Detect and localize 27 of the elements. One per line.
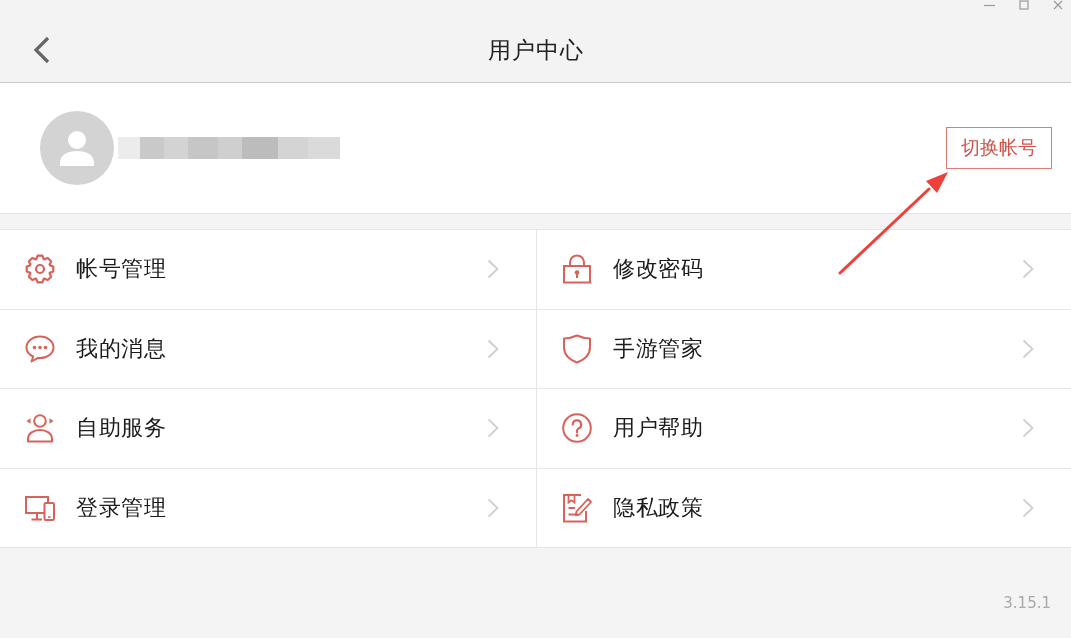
back-button[interactable] [33,36,50,64]
chevron-left-icon [33,36,50,64]
menu-item[interactable]: 帐号管理 [0,230,537,310]
chevron-right-icon [1022,497,1034,518]
document-pen-icon [562,492,592,523]
question-circle-icon [562,413,592,444]
avatar-icon [40,111,114,185]
chevron-right-icon [1022,259,1034,280]
switch-account-button[interactable]: 切换帐号 [946,127,1052,169]
lock-icon [562,254,592,285]
menu-item[interactable]: 登录管理 [0,468,537,548]
chevron-right-icon [1022,338,1034,359]
maximize-icon[interactable] [1019,0,1029,10]
chevron-right-icon [487,259,499,280]
chevron-right-icon [487,338,499,359]
chevron-right-icon [1022,418,1034,439]
gear-icon [25,254,55,285]
menu-item[interactable]: 我的消息 [0,309,537,389]
page-title: 用户中心 [487,35,584,65]
version-text: 3.15.1 [1003,594,1051,612]
chevron-right-icon [487,418,499,439]
menu-item[interactable]: 自助服务 [0,389,537,469]
shield-icon [562,333,592,364]
person-arrows-icon [25,413,55,444]
chat-bubble-icon [25,333,55,364]
close-icon[interactable] [1053,0,1063,10]
chevron-right-icon [487,497,499,518]
